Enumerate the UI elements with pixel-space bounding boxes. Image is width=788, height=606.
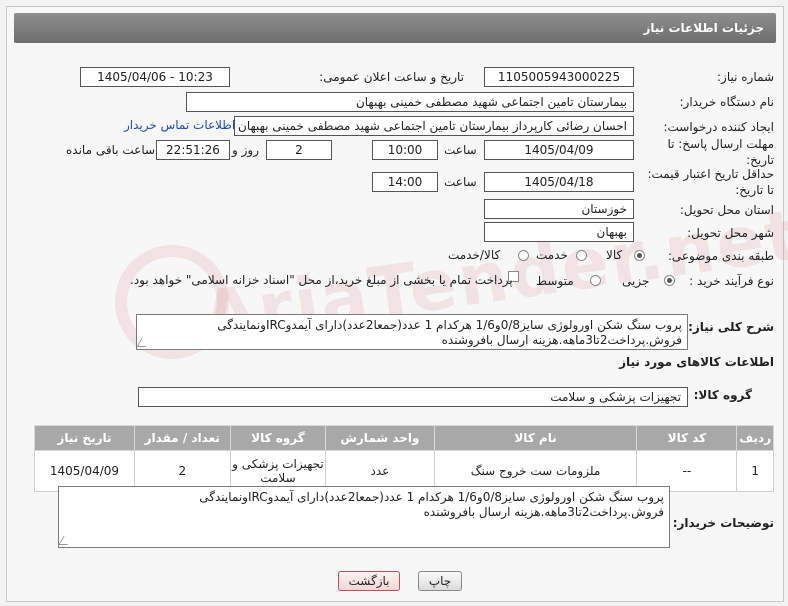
col-header-unit: واحد شمارش xyxy=(325,425,435,451)
category-option-service: خدمت xyxy=(536,248,568,262)
category-option-goods-service: کالا/خدمت xyxy=(448,248,501,262)
goods-group-label: گروه کالا: xyxy=(693,388,752,402)
category-radio-goods[interactable] xyxy=(634,250,645,261)
announce-label: تاریخ و ساعت اعلان عمومی: xyxy=(319,70,464,84)
resize-grip-icon[interactable] xyxy=(137,338,151,347)
price-time-label: ساعت xyxy=(444,175,477,189)
reply-time-field[interactable]: 10:00 xyxy=(372,140,438,160)
reply-deadline-label: مهلت ارسال پاسخ: تا تاریخ: xyxy=(667,137,774,167)
days-label: روز و xyxy=(232,143,259,157)
goods-table: ردیف کد کالا نام کالا واحد شمارش گروه کا… xyxy=(34,425,774,492)
col-header-code: کد کالا xyxy=(636,425,738,451)
print-button[interactable]: چاپ xyxy=(418,571,462,591)
cell-row: 1 xyxy=(736,450,774,492)
col-header-qty: تعداد / مقدار xyxy=(133,425,231,451)
buyer-notes-text: پروب سنگ شکن اورولوژی سایز0/8و1/6 هرکدام… xyxy=(199,490,664,519)
process-radio-minor[interactable] xyxy=(664,275,675,286)
announce-field[interactable]: 1405/04/06 - 10:23 xyxy=(80,67,230,87)
category-label: طبقه بندی موضوعی: xyxy=(667,249,774,263)
resize-grip-icon[interactable] xyxy=(59,536,73,545)
reply-time-label: ساعت xyxy=(444,143,477,157)
description-textarea[interactable]: پروب سنگ شکن اورولوژی سایز0/8و1/6 هرکدام… xyxy=(136,314,688,350)
process-option-medium: متوسط xyxy=(536,274,574,288)
payment-note: پرداخت تمام یا بخشی از مبلغ خرید،از محل … xyxy=(130,273,513,287)
goods-section-title: اطلاعات کالاهای مورد نیاز xyxy=(619,355,774,369)
description-label: شرح کلی نیاز: xyxy=(688,320,774,334)
buyer-notes-label: توضیحات خریدار: xyxy=(672,516,774,530)
buyer-org-label: نام دستگاه خریدار: xyxy=(679,95,775,109)
buyer-org-field[interactable]: بیمارستان تامین اجتماعی شهید مصطفی خمینی… xyxy=(186,92,634,112)
back-button[interactable]: بازگشت xyxy=(338,571,400,591)
category-radio-service[interactable] xyxy=(576,250,587,261)
buyer-notes-textarea[interactable]: پروب سنگ شکن اورولوژی سایز0/8و1/6 هرکدام… xyxy=(58,486,670,548)
province-field[interactable]: خوزستان xyxy=(484,199,634,219)
process-radio-medium[interactable] xyxy=(590,275,601,286)
buyer-contact-link[interactable]: اطلاعات تماس خریدار xyxy=(124,118,235,132)
city-field[interactable]: بهبهان xyxy=(484,222,634,242)
remaining-label: ساعت باقی مانده xyxy=(66,143,156,157)
process-label: نوع فرآیند خرید : xyxy=(689,274,774,288)
page-title: جزئیات اطلاعات نیاز xyxy=(14,13,776,43)
category-option-goods: کالا xyxy=(606,248,623,262)
province-label: استان محل تحویل: xyxy=(679,203,774,217)
creator-label: ایجاد کننده درخواست: xyxy=(663,120,774,134)
city-label: شهر محل تحویل: xyxy=(687,226,774,240)
price-date-field[interactable]: 1405/04/18 xyxy=(484,172,634,192)
col-header-group: گروه کالا xyxy=(229,425,327,451)
col-header-row: ردیف xyxy=(736,425,774,451)
goods-group-field[interactable]: تجهیزات پزشکی و سلامت xyxy=(138,387,688,407)
col-header-date: تاریخ نیاز xyxy=(34,425,135,451)
goods-table-header: ردیف کد کالا نام کالا واحد شمارش گروه کا… xyxy=(34,425,774,451)
creator-field[interactable]: احسان رضائی کارپرداز بیمارستان تامین اجت… xyxy=(234,116,634,136)
category-radio-goods-service[interactable] xyxy=(518,250,529,261)
days-field[interactable]: 2 xyxy=(266,140,332,160)
process-option-minor: جزیی xyxy=(622,274,650,288)
price-time-field[interactable]: 14:00 xyxy=(372,172,438,192)
description-text: پروب سنگ شکن اورولوژی سایز0/8و1/6 هرکدام… xyxy=(217,318,682,347)
col-header-name: نام کالا xyxy=(433,425,638,451)
need-number-field[interactable]: 1105005943000225 xyxy=(484,67,634,87)
remaining-time-field[interactable]: 22:51:26 xyxy=(156,140,230,160)
reply-date-field[interactable]: 1405/04/09 xyxy=(484,140,634,160)
need-number-label: شماره نیاز: xyxy=(717,70,774,84)
price-validity-label: حداقل تاریخ اعتبار قیمت: تا تاریخ: xyxy=(647,167,774,197)
